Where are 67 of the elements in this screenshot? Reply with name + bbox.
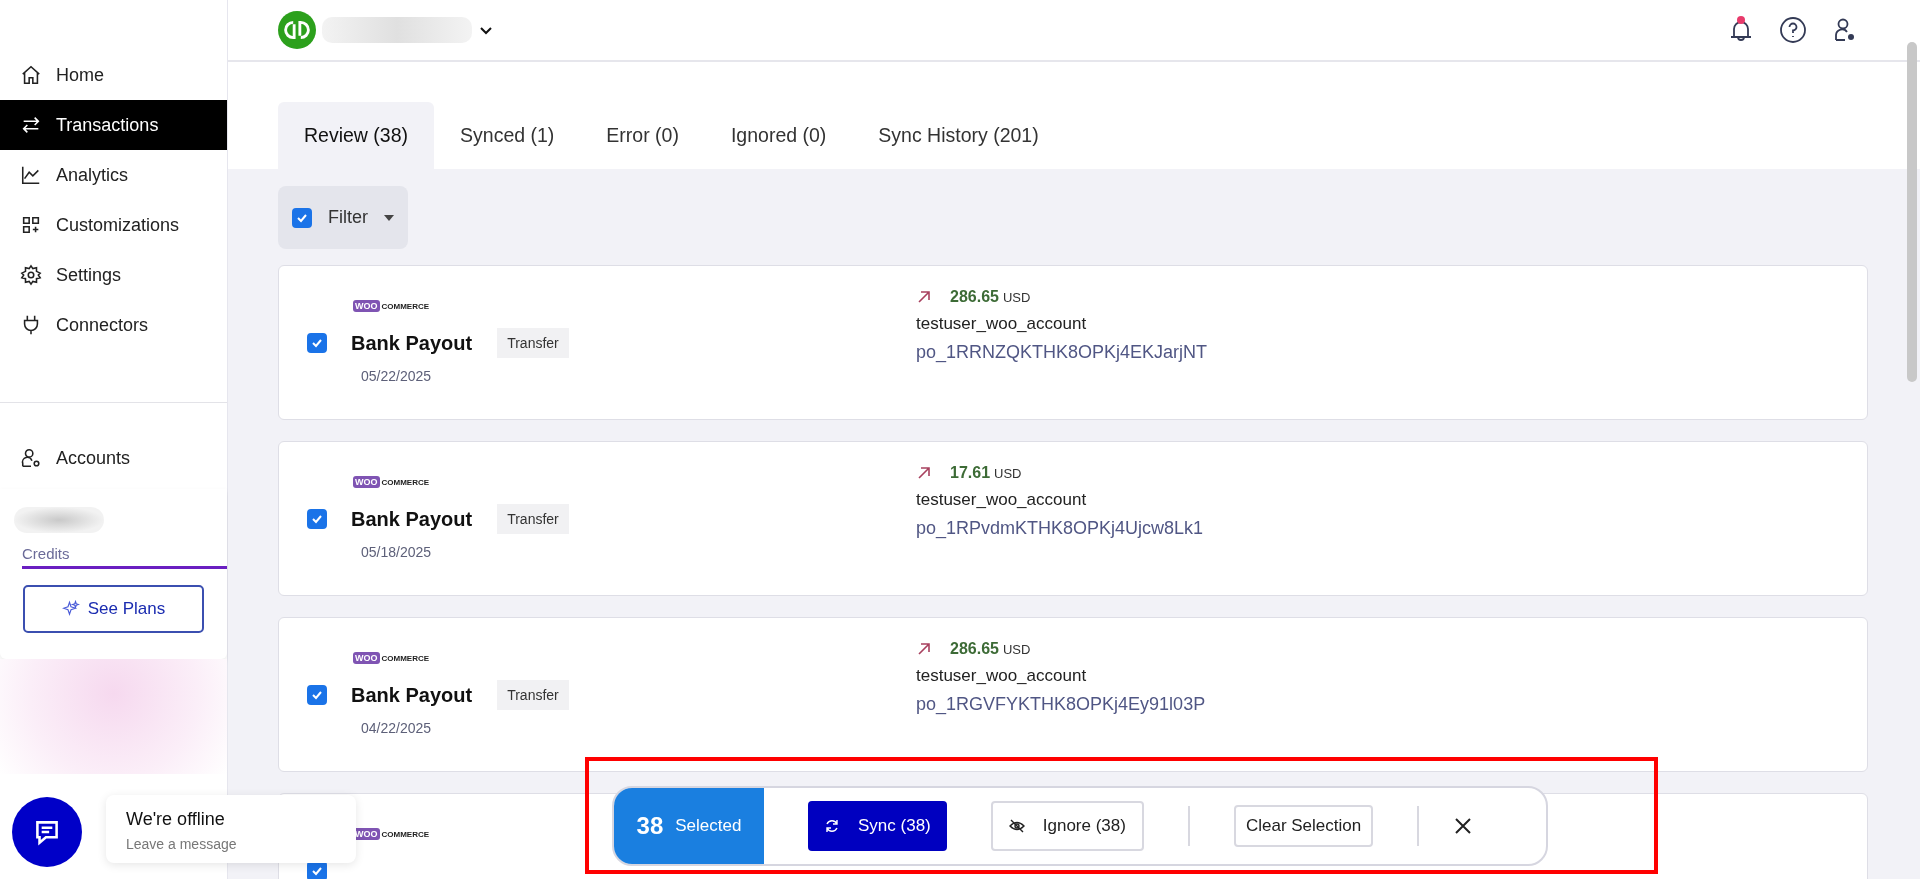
arrow-up-right-icon	[916, 641, 932, 657]
store-logo: WOO COMMERCE	[353, 300, 431, 312]
sidebar-item[interactable]: Home	[0, 50, 227, 100]
transaction-title: Bank Payout	[351, 683, 473, 707]
row-checkbox[interactable]	[307, 508, 327, 529]
clear-selection-button[interactable]: Clear Selection	[1233, 805, 1374, 847]
eye-off-icon	[1008, 818, 1025, 834]
chart-icon	[20, 164, 42, 186]
filter-label[interactable]: Filter	[328, 207, 368, 228]
arrow-up-right-icon	[916, 465, 932, 481]
account-name: testuser_woo_account	[916, 314, 1088, 334]
transaction-date: 04/22/2025	[361, 720, 433, 736]
sidebar-item[interactable]: Customizations	[0, 200, 227, 250]
amount: 286.65	[950, 288, 999, 306]
credits-label: Credits	[22, 545, 71, 562]
refresh-icon	[824, 818, 840, 834]
tab[interactable]: Review (38)	[278, 102, 435, 169]
tab[interactable]: Synced (1)	[434, 102, 581, 169]
sidebar-item[interactable]: Analytics	[0, 150, 227, 200]
payout-id: po_1RGVFYKTHK8OPKj4Ey91l03P	[916, 694, 1206, 715]
row-checkbox[interactable]	[307, 684, 327, 705]
currency: USD	[1002, 641, 1031, 657]
chat-status: We're offline	[126, 809, 226, 830]
arrow-up-right-icon	[916, 289, 932, 305]
store-logo: WOO COMMERCE	[353, 652, 431, 664]
close-icon[interactable]	[1453, 816, 1474, 836]
transaction-title: Bank Payout	[351, 331, 473, 355]
transaction-title: Bank Payout	[351, 507, 473, 531]
currency: USD	[994, 465, 1022, 481]
transaction-date: 05/22/2025	[361, 368, 433, 384]
selected-count: 38 Selected	[614, 788, 764, 864]
filter-button[interactable]: Filter	[278, 186, 408, 249]
tab[interactable]: Error (0)	[580, 102, 705, 169]
type-tag: Transfer	[497, 504, 569, 534]
tab[interactable]: Sync History (201)	[852, 102, 1065, 169]
type-tag: Transfer	[497, 680, 569, 710]
store-logo: WOO COMMERCE	[353, 476, 431, 488]
account-name: testuser_woo_account	[916, 666, 1088, 686]
home-icon	[20, 64, 42, 86]
transaction-date: 05/18/2025	[361, 544, 433, 560]
amount: 17.61	[950, 464, 991, 482]
select-all-checkbox[interactable]	[292, 207, 312, 228]
ignore-button[interactable]: Ignore (38)	[990, 801, 1144, 851]
tab[interactable]: Ignored (0)	[704, 102, 853, 169]
sidebar-item[interactable]: Connectors	[0, 300, 227, 350]
amount: 286.65	[950, 640, 999, 658]
payout-id: po_1RPvdmKTHK8OPKj4Ujcw8Lk1	[916, 518, 1204, 539]
grid-icon	[20, 214, 42, 236]
payout-id: po_1RRNZQKTHK8OPKj4EKJarjNT	[916, 342, 1208, 363]
currency: USD	[1002, 289, 1031, 305]
sidebar-item[interactable]: Transactions	[0, 100, 227, 150]
account-name: testuser_woo_account	[916, 490, 1088, 510]
logo-icon	[278, 11, 316, 49]
help-icon[interactable]	[1778, 15, 1808, 45]
see-plans-button[interactable]: See Plans	[23, 585, 204, 633]
sidebar-item[interactable]: Settings	[0, 250, 227, 300]
caret-icon	[384, 214, 394, 221]
sync-button[interactable]: Sync (38)	[808, 801, 947, 851]
chat-tooltip[interactable]: We're offline Leave a message	[106, 795, 356, 863]
sparkle-icon	[61, 600, 80, 618]
chat-hint: Leave a message	[126, 836, 238, 852]
type-tag: Transfer	[497, 328, 569, 358]
accounts-link[interactable]: Accounts	[0, 433, 227, 483]
settings-icon	[20, 264, 42, 286]
user-gear-icon	[20, 447, 42, 469]
arrows-icon	[20, 114, 42, 136]
row-checkbox[interactable]	[307, 332, 327, 353]
